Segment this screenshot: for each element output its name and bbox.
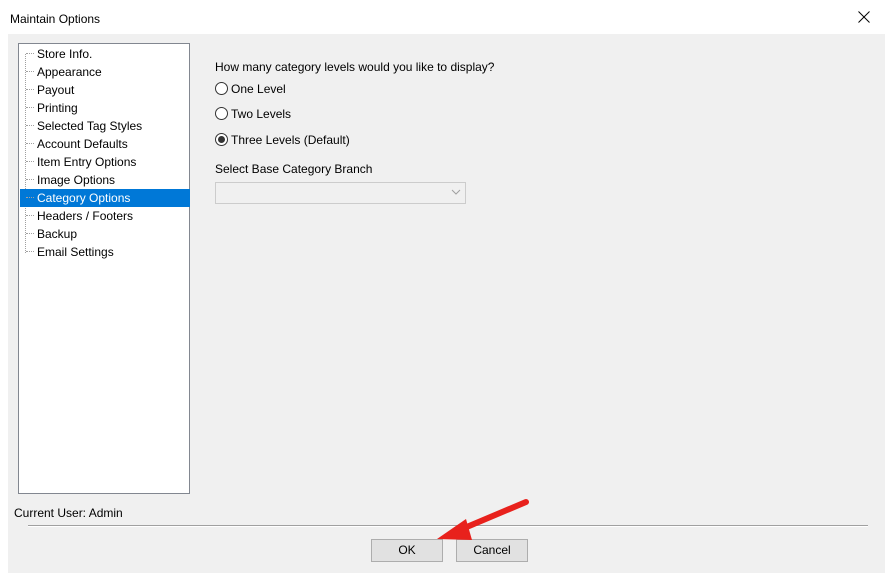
tree-item-label: Image Options: [37, 173, 116, 187]
levels-question: How many category levels would you like …: [215, 60, 495, 74]
radio-button-checked[interactable]: [215, 133, 228, 146]
tree-item-item-entry-options[interactable]: Item Entry Options: [20, 153, 190, 171]
tree-item-payout[interactable]: Payout: [20, 81, 190, 99]
dialog-body: Store Info. Appearance Payout Printing S…: [8, 34, 885, 573]
base-branch-select[interactable]: [215, 182, 466, 204]
tree-item-label: Category Options: [37, 191, 131, 205]
tree-item-label: Backup: [37, 227, 78, 241]
radio-label: Two Levels: [231, 107, 292, 121]
tree-item-backup[interactable]: Backup: [20, 225, 190, 243]
tree-item-headers-footers[interactable]: Headers / Footers: [20, 207, 190, 225]
tree-item-label: Appearance: [37, 65, 102, 79]
radio-button[interactable]: [215, 82, 228, 95]
tree-item-email-settings[interactable]: Email Settings: [20, 243, 190, 261]
tree-item-label: Account Defaults: [37, 137, 128, 151]
close-icon: [858, 11, 870, 23]
tree-item-appearance[interactable]: Appearance: [20, 63, 190, 81]
divider: [28, 525, 868, 527]
radio-button[interactable]: [215, 107, 228, 120]
radio-label: One Level: [231, 82, 286, 96]
tree-item-label: Printing: [37, 101, 78, 115]
tree-item-label: Headers / Footers: [37, 209, 134, 223]
tree-item-label: Item Entry Options: [37, 155, 137, 169]
tree-item-label: Store Info.: [37, 47, 93, 61]
ok-button[interactable]: OK: [371, 539, 443, 562]
chevron-down-icon: [451, 189, 461, 195]
base-branch-label: Select Base Category Branch: [215, 162, 373, 176]
tree-item-label: Selected Tag Styles: [37, 119, 143, 133]
window-title: Maintain Options: [10, 12, 101, 26]
tree-item-label: Email Settings: [37, 245, 114, 259]
tree-item-label: Payout: [37, 83, 75, 97]
tree-item-category-options[interactable]: Category Options: [20, 189, 190, 207]
tree-item-store-info[interactable]: Store Info.: [20, 45, 190, 63]
tree-item-image-options[interactable]: Image Options: [20, 171, 190, 189]
close-button[interactable]: [845, 2, 885, 32]
cancel-button[interactable]: Cancel: [456, 539, 528, 562]
tree-item-printing[interactable]: Printing: [20, 99, 190, 117]
options-tree[interactable]: Store Info. Appearance Payout Printing S…: [18, 43, 190, 494]
radio-label: Three Levels (Default): [231, 133, 350, 147]
tree-item-account-defaults[interactable]: Account Defaults: [20, 135, 190, 153]
title-bar: Maintain Options: [0, 0, 885, 34]
tree-item-selected-tag-styles[interactable]: Selected Tag Styles: [20, 117, 190, 135]
current-user-status: Current User: Admin: [14, 506, 123, 520]
